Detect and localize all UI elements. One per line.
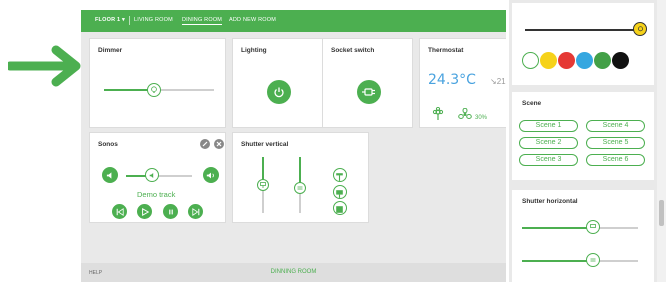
scene-card: Scene Scene 1 Scene 4 Scene 2 Scene 5 Sc… <box>512 92 654 180</box>
lighting-title: Lighting <box>241 47 267 54</box>
lighting-power-button[interactable] <box>267 80 291 104</box>
color-swatch-black[interactable] <box>612 52 629 69</box>
pencil-icon <box>202 141 208 147</box>
bulb-icon <box>151 86 157 93</box>
color-swatch-blue[interactable] <box>576 52 593 69</box>
brightness-knob[interactable] <box>633 22 647 36</box>
sonos-title: Sonos <box>98 141 118 148</box>
scene-6-button[interactable]: Scene 6 <box>586 154 645 166</box>
shutter-horizontal-card: Shutter horizontal <box>512 190 654 282</box>
color-swatches <box>522 52 629 69</box>
previous-icon <box>116 207 124 216</box>
scene-4-button[interactable]: Scene 4 <box>586 120 645 132</box>
scene-1-button[interactable]: Scene 1 <box>519 120 578 132</box>
shutter-icon <box>260 182 266 188</box>
close-icon <box>216 141 222 147</box>
pause-icon <box>168 209 173 214</box>
close-button[interactable] <box>214 139 224 149</box>
shutter-open-icon <box>336 173 343 181</box>
play-icon <box>141 207 149 216</box>
shutter-h1-fill <box>522 227 592 229</box>
main-app: FLOOR 1 ▾ LIVING ROOM DINING ROOM ADD NE… <box>81 10 506 282</box>
next-icon <box>191 207 199 216</box>
color-swatch-white[interactable] <box>522 52 539 69</box>
socket-switch-card: Socket switch <box>322 38 413 128</box>
dimmer-title: Dimmer <box>98 47 123 54</box>
tab-living-room[interactable]: LIVING ROOM <box>134 17 173 23</box>
humidity-value: 30% <box>475 115 488 121</box>
thermostat-card: Thermostat 24.3°C ↘21 30% <box>419 38 506 128</box>
shutter-close-button[interactable] <box>333 201 347 215</box>
track-name: Demo track <box>137 190 176 199</box>
scene-5-button[interactable]: Scene 5 <box>586 137 645 149</box>
brightness-fill <box>525 29 637 31</box>
volume-knob[interactable] <box>145 168 159 182</box>
socket-toggle-button[interactable] <box>357 80 381 104</box>
edit-button[interactable] <box>200 139 210 149</box>
current-temperature: 24.3°C <box>428 72 476 88</box>
sonos-card: Sonos Demo track <box>89 132 226 223</box>
dimmer-card: Dimmer <box>89 38 226 128</box>
chevron-down-icon: ▾ <box>121 17 125 23</box>
previous-track-button[interactable] <box>112 204 127 219</box>
scene-title: Scene <box>522 100 542 107</box>
tab-dining-room[interactable]: DINING ROOM <box>182 17 223 25</box>
pointer-arrow-icon <box>8 45 81 87</box>
scene-3-button[interactable]: Scene 3 <box>519 154 578 166</box>
speaker-high-icon <box>206 172 214 178</box>
scene-2-button[interactable]: Scene 2 <box>519 137 578 149</box>
setpoint-temperature: ↘21 <box>490 77 506 86</box>
shutter-half-icon <box>336 190 343 198</box>
shutter-vertical-card: Shutter vertical <box>232 132 369 223</box>
lighting-card: Lighting <box>232 38 324 128</box>
shutter-horizontal-title: Shutter horizontal <box>522 198 578 205</box>
bulb-icon <box>637 25 643 31</box>
pause-button[interactable] <box>163 204 178 219</box>
play-button[interactable] <box>137 204 152 219</box>
lines-icon <box>297 186 303 190</box>
color-swatch-green[interactable] <box>594 52 611 69</box>
shutter-1-knob[interactable] <box>257 179 269 191</box>
lines-icon <box>590 258 596 262</box>
fan-icon[interactable] <box>458 108 472 121</box>
tab-add-new-room[interactable]: ADD NEW ROOM <box>229 17 276 23</box>
thermostat-title: Thermostat <box>428 47 464 54</box>
floor-label: FLOOR 1 <box>95 17 121 23</box>
volume-down-button[interactable] <box>102 167 118 183</box>
footer-bar: HELP DINNING ROOM <box>81 263 506 282</box>
shutter-h1-knob[interactable] <box>586 220 600 234</box>
shutter-half-button[interactable] <box>333 185 347 199</box>
scrollbar[interactable] <box>657 0 666 282</box>
top-nav-bar: FLOOR 1 ▾ LIVING ROOM DINING ROOM ADD NE… <box>81 10 506 32</box>
color-swatch-yellow[interactable] <box>540 52 557 69</box>
current-room-label: DINNING ROOM <box>270 269 317 275</box>
scrollbar-thumb[interactable] <box>659 200 664 226</box>
shutter-closed-icon <box>336 206 343 213</box>
color-swatch-red[interactable] <box>558 52 575 69</box>
shutter-vertical-title: Shutter vertical <box>241 141 289 148</box>
socket-title: Socket switch <box>331 47 375 54</box>
volume-up-button[interactable] <box>203 167 219 183</box>
shutter-2-knob[interactable] <box>294 182 306 194</box>
nav-divider <box>129 16 130 25</box>
flower-icon[interactable] <box>432 107 444 121</box>
dimmer-knob[interactable] <box>147 83 161 97</box>
shutter-h2-knob[interactable] <box>586 253 600 267</box>
color-card <box>512 3 654 85</box>
shutter-open-button[interactable] <box>333 168 347 182</box>
speaker-icon <box>149 172 153 178</box>
floor-selector[interactable]: FLOOR 1 ▾ <box>95 17 125 23</box>
plug-icon <box>362 88 375 96</box>
power-icon <box>274 87 284 98</box>
shutter-icon <box>590 224 596 228</box>
next-track-button[interactable] <box>188 204 203 219</box>
shutter-h2-fill <box>522 260 592 262</box>
right-panel: Scene Scene 1 Scene 4 Scene 2 Scene 5 Sc… <box>509 0 657 282</box>
speaker-low-icon <box>106 171 111 179</box>
